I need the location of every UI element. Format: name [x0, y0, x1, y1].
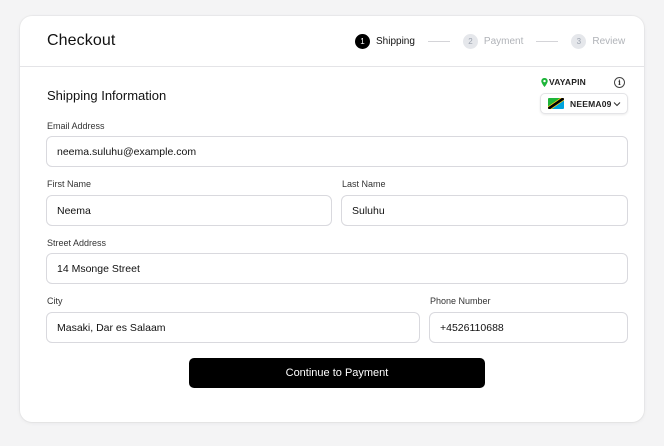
map-pin-icon	[541, 77, 548, 87]
first-name-label: First Name	[47, 179, 92, 189]
first-name-field[interactable]	[46, 195, 332, 226]
street-address-field[interactable]	[46, 253, 628, 284]
chevron-down-icon	[613, 102, 621, 107]
step-number: 2	[462, 34, 478, 49]
city-label: City	[47, 296, 63, 306]
step-connector	[536, 41, 559, 42]
checkout-card: Checkout 1 Shipping 2 Payment 3 Review S…	[20, 16, 644, 422]
step-review[interactable]: 3 Review	[571, 34, 625, 49]
info-icon[interactable]: i	[614, 77, 625, 88]
step-label: Payment	[483, 36, 524, 47]
vayapin-code: NEEMA09	[570, 98, 612, 109]
city-field[interactable]	[46, 312, 420, 343]
section-title: Shipping Information	[47, 88, 167, 103]
step-shipping[interactable]: 1 Shipping	[355, 34, 415, 49]
step-number: 1	[355, 34, 370, 49]
step-connector	[427, 41, 450, 42]
checkout-header: Checkout 1 Shipping 2 Payment 3 Review	[20, 16, 644, 67]
page-title: Checkout	[47, 32, 116, 49]
tanzania-flag-icon	[548, 98, 564, 109]
vayapin-logo: VAYAPIN	[541, 77, 586, 87]
checkout-stepper: 1 Shipping 2 Payment 3 Review	[355, 34, 625, 49]
email-label: Email Address	[47, 121, 105, 131]
email-field[interactable]	[46, 136, 628, 167]
step-label: Shipping	[376, 36, 415, 47]
last-name-field[interactable]	[341, 195, 628, 226]
vayapin-brand-text: VAYAPIN	[549, 77, 586, 87]
step-payment[interactable]: 2 Payment	[462, 34, 524, 49]
vayapin-selector[interactable]: NEEMA09	[540, 93, 628, 114]
step-number: 3	[571, 34, 587, 49]
street-address-label: Street Address	[47, 238, 107, 248]
phone-number-field[interactable]	[429, 312, 628, 343]
last-name-label: Last Name	[342, 179, 386, 189]
continue-to-payment-button[interactable]: Continue to Payment	[189, 358, 485, 388]
phone-number-label: Phone Number	[430, 296, 491, 306]
step-label: Review	[592, 36, 626, 47]
